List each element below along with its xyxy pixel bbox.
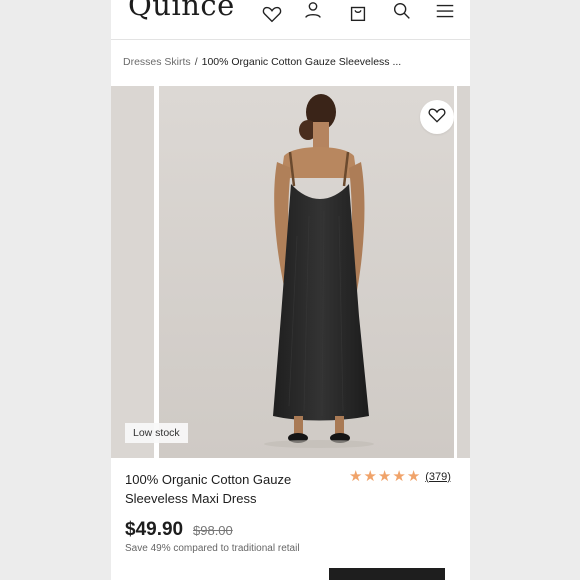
menu-icon[interactable] xyxy=(434,0,456,22)
star-icon: ★ xyxy=(377,468,392,485)
product-gallery[interactable]: Low stock xyxy=(111,86,470,458)
breadcrumb-current: 100% Organic Cotton Gauze Sleeveless ... xyxy=(201,56,402,68)
product-rating[interactable]: ★ ★ ★ ★ ★ (379) xyxy=(349,469,451,484)
breadcrumb-category[interactable]: Dresses Skirts xyxy=(123,56,191,68)
next-image[interactable] xyxy=(457,86,470,458)
site-header: Quince xyxy=(111,0,470,40)
heart-icon[interactable] xyxy=(261,3,283,25)
bag-icon[interactable] xyxy=(347,2,369,24)
breadcrumb: Dresses Skirts/100% Organic Cotton Gauze… xyxy=(123,56,463,68)
star-icon: ★ xyxy=(406,468,421,485)
product-image[interactable] xyxy=(159,86,454,458)
sale-price: $49.90 xyxy=(125,519,184,540)
account-icon[interactable] xyxy=(302,0,324,22)
star-icon: ★ xyxy=(363,468,377,485)
product-page: Quince Dresses Skirts/100% Organic Cotto… xyxy=(111,0,470,580)
add-to-cart-button[interactable] xyxy=(329,568,445,580)
star-rating: ★ ★ ★ ★ ★ xyxy=(349,469,420,484)
savings-note: Save 49% compared to traditional retail xyxy=(125,543,300,554)
original-price: $98.00 xyxy=(193,523,233,538)
search-icon[interactable] xyxy=(391,0,413,22)
low-stock-badge: Low stock xyxy=(125,423,188,443)
star-icon: ★ xyxy=(392,468,406,485)
product-title: 100% Organic Cotton Gauze Sleeveless Max… xyxy=(125,472,292,506)
review-count-link[interactable]: (379) xyxy=(425,471,451,483)
favorite-button[interactable] xyxy=(420,100,454,134)
heart-outline-icon xyxy=(427,105,447,130)
breadcrumb-separator: / xyxy=(194,56,198,68)
previous-image[interactable] xyxy=(111,86,154,458)
dress-model-image xyxy=(159,86,454,458)
star-icon: ★ xyxy=(349,468,363,485)
quince-logo[interactable]: Quince xyxy=(128,0,235,22)
